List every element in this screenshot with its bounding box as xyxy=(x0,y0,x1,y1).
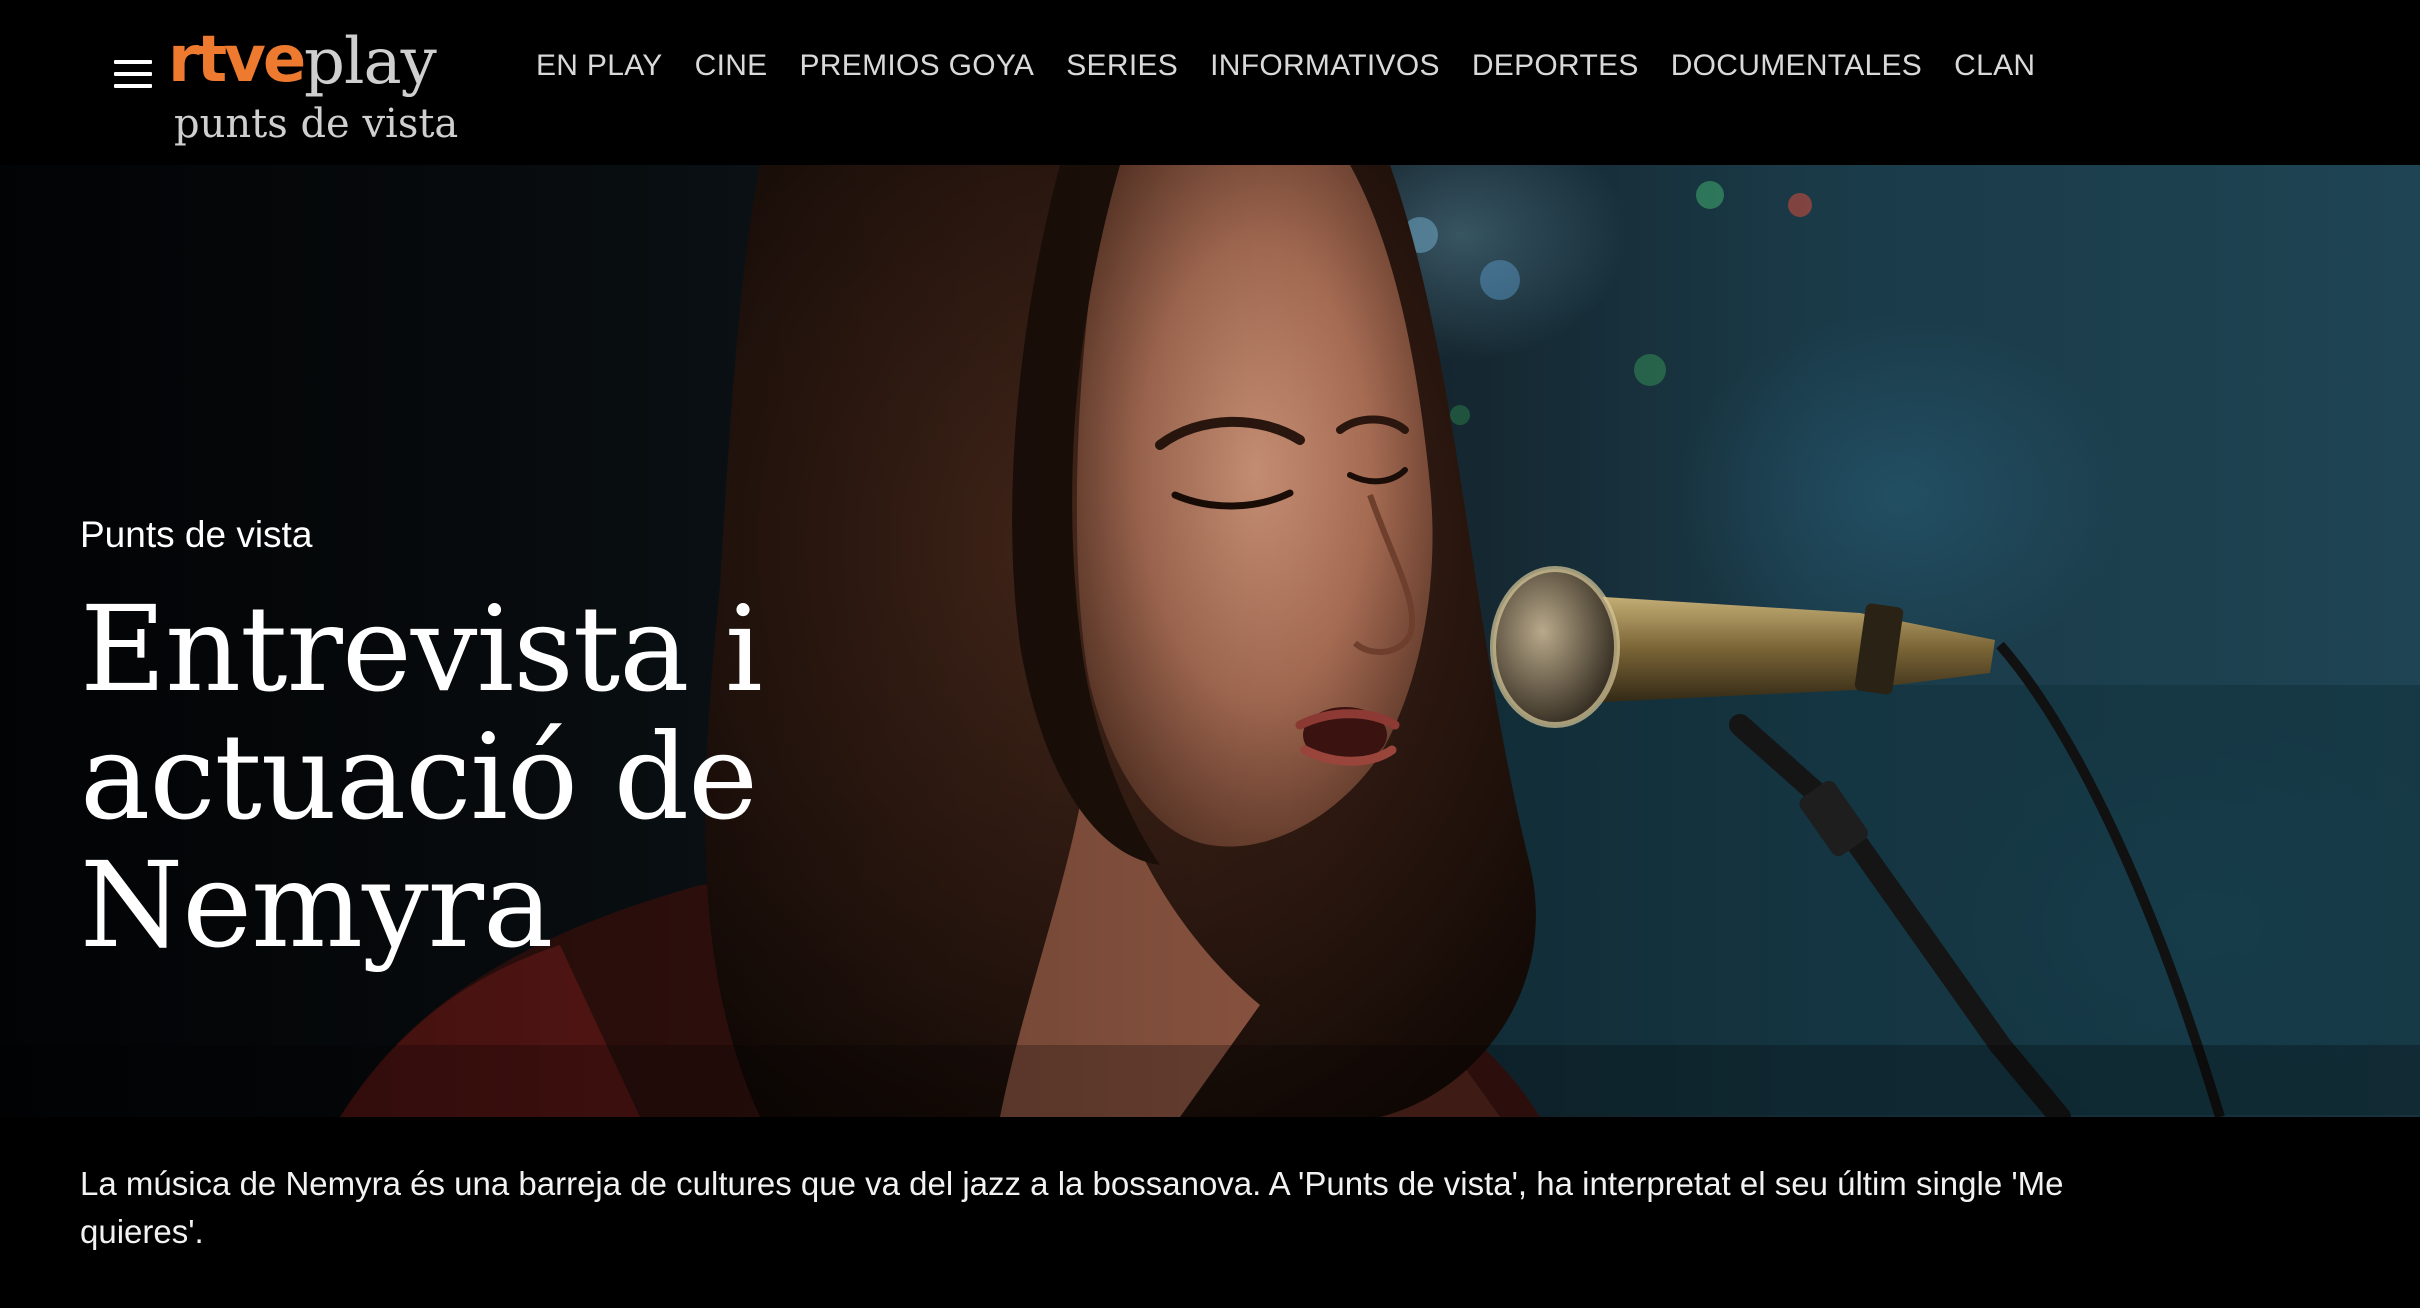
rtve-play-logo[interactable]: rtve play punts de vista xyxy=(168,22,468,152)
main-nav: EN PLAY CINE PREMIOS GOYA SERIES INFORMA… xyxy=(536,44,2067,88)
hamburger-menu-icon[interactable] xyxy=(114,56,154,92)
nav-item-deportes[interactable]: DEPORTES xyxy=(1472,44,1639,88)
nav-item-series[interactable]: SERIES xyxy=(1066,44,1178,88)
nav-item-documentales[interactable]: DOCUMENTALES xyxy=(1671,44,1922,88)
logo-program: punts de vista xyxy=(174,101,459,147)
logo-brand: rtve xyxy=(168,23,306,97)
program-kicker[interactable]: Punts de vista xyxy=(80,513,312,557)
nav-item-en-play[interactable]: EN PLAY xyxy=(536,44,663,88)
nav-item-clan[interactable]: CLAN xyxy=(1954,44,2035,88)
hero-banner[interactable]: Punts de vista Entrevista i actuació de … xyxy=(0,165,2420,1117)
nav-item-cine[interactable]: CINE xyxy=(695,44,768,88)
episode-description: La música de Nemyra és una barreja de cu… xyxy=(80,1165,2064,1250)
nav-item-premios-goya[interactable]: PREMIOS GOYA xyxy=(799,44,1034,88)
nav-item-informativos[interactable]: INFORMATIVOS xyxy=(1210,44,1440,88)
page-title: Entrevista i actuació de Nemyra xyxy=(80,580,763,974)
logo-product: play xyxy=(304,25,437,99)
site-header: rtve play punts de vista EN PLAY CINE PR… xyxy=(0,0,2420,165)
